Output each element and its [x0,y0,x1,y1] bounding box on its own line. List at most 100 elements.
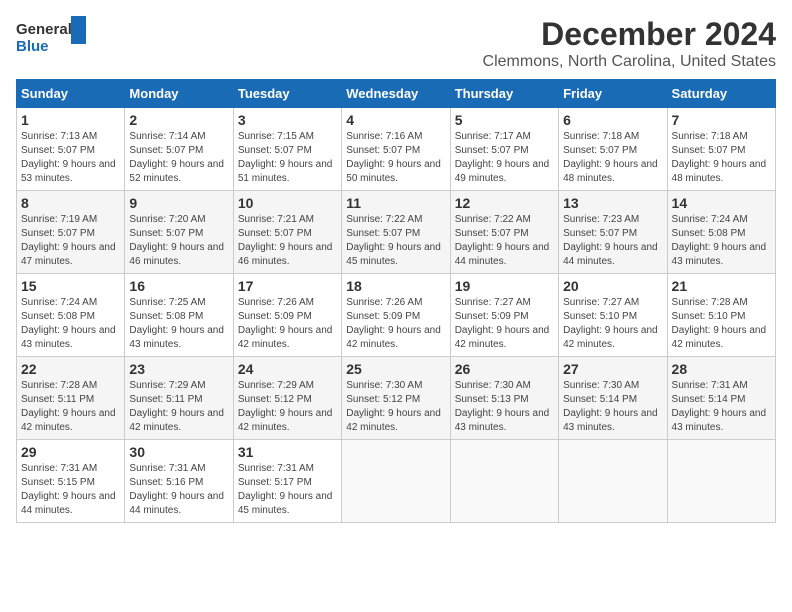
day-info: Sunrise: 7:29 AMSunset: 5:12 PMDaylight:… [238,379,337,435]
day-info: Sunrise: 7:30 AMSunset: 5:12 PMDaylight:… [346,379,445,435]
day-number: 15 [21,278,120,294]
calendar-week-1: 1 Sunrise: 7:13 AMSunset: 5:07 PMDaylight… [17,108,776,191]
calendar-cell [450,440,558,523]
calendar-cell: 22 Sunrise: 7:28 AMSunset: 5:11 PMDayligh… [17,357,125,440]
calendar-header-row: SundayMondayTuesdayWednesdayThursdayFrid… [17,80,776,108]
day-info: Sunrise: 7:31 AMSunset: 5:14 PMDaylight:… [672,379,771,435]
calendar-cell: 28 Sunrise: 7:31 AMSunset: 5:14 PMDayligh… [667,357,775,440]
calendar-cell: 11 Sunrise: 7:22 AMSunset: 5:07 PMDayligh… [342,191,450,274]
calendar-cell: 27Sunrise: 7:30 AMSunset: 5:14 PMDayligh… [559,357,667,440]
header: GeneralBlue December 2024 Clemmons, Nort… [16,16,776,71]
day-number: 5 [455,112,554,128]
day-number: 6 [563,112,662,128]
calendar-cell: 31Sunrise: 7:31 AMSunset: 5:17 PMDayligh… [233,440,341,523]
calendar-cell: 15 Sunrise: 7:24 AMSunset: 5:08 PMDayligh… [17,274,125,357]
day-number: 25 [346,361,445,377]
day-number: 3 [238,112,337,128]
day-info: Sunrise: 7:26 AMSunset: 5:09 PMDaylight:… [238,296,337,352]
calendar-cell: 3 Sunrise: 7:15 AMSunset: 5:07 PMDaylight… [233,108,341,191]
day-number: 8 [21,195,120,211]
calendar-cell [559,440,667,523]
calendar-week-3: 15 Sunrise: 7:24 AMSunset: 5:08 PMDayligh… [17,274,776,357]
day-info: Sunrise: 7:22 AMSunset: 5:07 PMDaylight:… [346,213,445,269]
calendar-cell: 1 Sunrise: 7:13 AMSunset: 5:07 PMDaylight… [17,108,125,191]
day-info: Sunrise: 7:13 AMSunset: 5:07 PMDaylight:… [21,130,120,186]
svg-text:Blue: Blue [16,38,49,55]
day-info: Sunrise: 7:18 AMSunset: 5:07 PMDaylight:… [563,130,662,186]
calendar-cell: 6 Sunrise: 7:18 AMSunset: 5:07 PMDaylight… [559,108,667,191]
calendar-cell: 23 Sunrise: 7:29 AMSunset: 5:11 PMDayligh… [125,357,233,440]
day-info: Sunrise: 7:16 AMSunset: 5:07 PMDaylight:… [346,130,445,186]
subtitle: Clemmons, North Carolina, United States [483,53,776,71]
day-number: 23 [129,361,228,377]
day-info: Sunrise: 7:17 AMSunset: 5:07 PMDaylight:… [455,130,554,186]
day-info: Sunrise: 7:18 AMSunset: 5:07 PMDaylight:… [672,130,771,186]
calendar-cell: 20 Sunrise: 7:27 AMSunset: 5:10 PMDayligh… [559,274,667,357]
day-header-thursday: Thursday [450,80,558,108]
day-info: Sunrise: 7:28 AMSunset: 5:11 PMDaylight:… [21,379,120,435]
calendar-cell: 5 Sunrise: 7:17 AMSunset: 5:07 PMDaylight… [450,108,558,191]
day-number: 2 [129,112,228,128]
day-number: 18 [346,278,445,294]
main-title: December 2024 [483,16,776,53]
day-number: 9 [129,195,228,211]
day-number: 19 [455,278,554,294]
day-header-wednesday: Wednesday [342,80,450,108]
calendar-cell: 30 Sunrise: 7:31 AMSunset: 5:16 PMDayligh… [125,440,233,523]
day-number: 7 [672,112,771,128]
calendar-cell [667,440,775,523]
day-number: 26 [455,361,554,377]
calendar-cell: 14Sunrise: 7:24 AMSunset: 5:08 PMDayligh… [667,191,775,274]
day-info: Sunrise: 7:29 AMSunset: 5:11 PMDaylight:… [129,379,228,435]
day-number: 29 [21,444,120,460]
calendar-cell: 19 Sunrise: 7:27 AMSunset: 5:09 PMDayligh… [450,274,558,357]
day-info: Sunrise: 7:26 AMSunset: 5:09 PMDaylight:… [346,296,445,352]
day-info: Sunrise: 7:14 AMSunset: 5:07 PMDaylight:… [129,130,228,186]
title-block: December 2024 Clemmons, North Carolina, … [483,16,776,71]
day-info: Sunrise: 7:22 AMSunset: 5:07 PMDaylight:… [455,213,554,269]
day-header-tuesday: Tuesday [233,80,341,108]
day-header-sunday: Sunday [17,80,125,108]
calendar-table: SundayMondayTuesdayWednesdayThursdayFrid… [16,79,776,523]
calendar-cell: 25 Sunrise: 7:30 AMSunset: 5:12 PMDayligh… [342,357,450,440]
day-number: 28 [672,361,771,377]
day-info: Sunrise: 7:24 AMSunset: 5:08 PMDaylight:… [21,296,120,352]
day-info: Sunrise: 7:31 AMSunset: 5:16 PMDaylight:… [129,462,228,518]
calendar-week-2: 8 Sunrise: 7:19 AMSunset: 5:07 PMDaylight… [17,191,776,274]
calendar-cell: 13Sunrise: 7:23 AMSunset: 5:07 PMDayligh… [559,191,667,274]
calendar-cell: 29Sunrise: 7:31 AMSunset: 5:15 PMDayligh… [17,440,125,523]
calendar-cell: 4Sunrise: 7:16 AMSunset: 5:07 PMDaylight… [342,108,450,191]
day-info: Sunrise: 7:27 AMSunset: 5:10 PMDaylight:… [563,296,662,352]
calendar-cell: 9 Sunrise: 7:20 AMSunset: 5:07 PMDaylight… [125,191,233,274]
day-number: 22 [21,361,120,377]
calendar-cell: 18 Sunrise: 7:26 AMSunset: 5:09 PMDayligh… [342,274,450,357]
day-header-saturday: Saturday [667,80,775,108]
day-header-friday: Friday [559,80,667,108]
calendar-cell: 7 Sunrise: 7:18 AMSunset: 5:07 PMDaylight… [667,108,775,191]
calendar-cell: 8 Sunrise: 7:19 AMSunset: 5:07 PMDaylight… [17,191,125,274]
day-number: 20 [563,278,662,294]
day-info: Sunrise: 7:27 AMSunset: 5:09 PMDaylight:… [455,296,554,352]
day-number: 12 [455,195,554,211]
calendar-cell: 21Sunrise: 7:28 AMSunset: 5:10 PMDayligh… [667,274,775,357]
calendar-cell: 2 Sunrise: 7:14 AMSunset: 5:07 PMDaylight… [125,108,233,191]
day-number: 1 [21,112,120,128]
calendar-cell: 24Sunrise: 7:29 AMSunset: 5:12 PMDayligh… [233,357,341,440]
calendar-cell: 17Sunrise: 7:26 AMSunset: 5:09 PMDayligh… [233,274,341,357]
day-info: Sunrise: 7:19 AMSunset: 5:07 PMDaylight:… [21,213,120,269]
day-number: 16 [129,278,228,294]
day-number: 21 [672,278,771,294]
day-number: 11 [346,195,445,211]
day-number: 10 [238,195,337,211]
day-number: 27 [563,361,662,377]
day-info: Sunrise: 7:15 AMSunset: 5:07 PMDaylight:… [238,130,337,186]
day-info: Sunrise: 7:20 AMSunset: 5:07 PMDaylight:… [129,213,228,269]
day-number: 31 [238,444,337,460]
svg-text:General: General [16,21,72,38]
calendar-cell: 10Sunrise: 7:21 AMSunset: 5:07 PMDayligh… [233,191,341,274]
logo-svg: GeneralBlue [16,16,86,56]
logo: GeneralBlue [16,16,86,56]
day-header-monday: Monday [125,80,233,108]
day-number: 13 [563,195,662,211]
day-number: 30 [129,444,228,460]
